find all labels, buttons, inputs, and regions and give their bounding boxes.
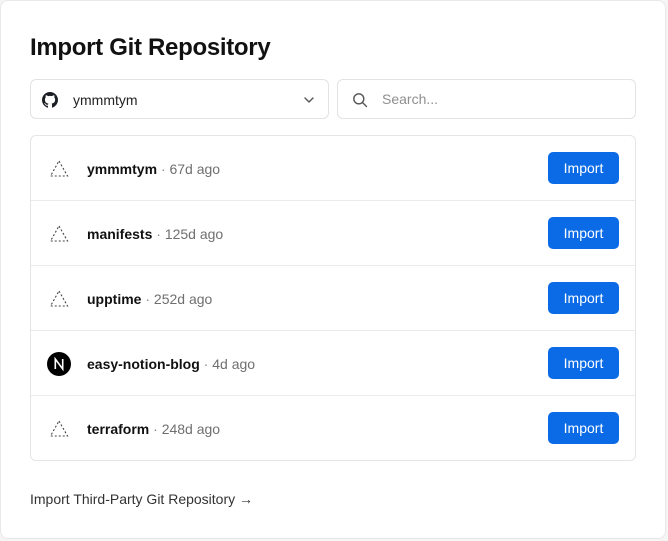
repo-updated-time: 252d ago: [153, 291, 213, 307]
framework-placeholder-icon: [47, 157, 71, 181]
import-button[interactable]: Import: [548, 347, 619, 379]
repo-updated-time: 248d ago: [161, 421, 221, 437]
import-button[interactable]: Import: [548, 282, 619, 314]
repo-updated-time: 67d ago: [169, 161, 221, 177]
import-button[interactable]: Import: [548, 152, 619, 184]
search-input[interactable]: [382, 89, 622, 109]
separator-dot: ·: [153, 421, 158, 437]
framework-placeholder-icon: [47, 287, 71, 311]
import-button[interactable]: Import: [548, 217, 619, 249]
repo-updated-time: 125d ago: [164, 226, 224, 242]
separator-dot: ·: [160, 161, 166, 177]
list-item: terraform · 248d ago Import: [31, 396, 635, 460]
separator-dot: ·: [145, 291, 151, 307]
page-title: Import Git Repository: [30, 34, 271, 61]
list-item: easy-notion-blog · 4d ago Import: [31, 331, 635, 396]
repo-name: upptime: [87, 291, 142, 307]
account-name: ymmmtym: [73, 92, 138, 108]
nextjs-icon: [47, 352, 71, 376]
repo-name: ymmmtym: [87, 161, 158, 177]
search-box: [337, 79, 636, 119]
list-item: upptime · 252d ago Import: [31, 266, 635, 331]
repo-name: easy-notion-blog: [87, 356, 200, 372]
repo-name: manifests: [87, 226, 153, 242]
framework-placeholder-icon: [47, 222, 71, 246]
import-button[interactable]: Import: [548, 412, 619, 444]
framework-placeholder-icon: [47, 417, 71, 441]
separator-dot: ·: [203, 356, 209, 372]
import-git-repository-card: Import Git Repository ymmmtym Search... …: [0, 0, 666, 539]
repo-list: ymmmtym · 67d ago Import manifests · 125…: [30, 135, 636, 461]
separator-dot: ·: [156, 226, 161, 242]
import-third-party-link[interactable]: Import Third-Party Git Repository →: [30, 490, 253, 508]
list-item: manifests · 125d ago Import: [31, 201, 635, 266]
repo-updated-time: 4d ago: [212, 356, 256, 372]
account-select[interactable]: ymmmtym: [30, 79, 329, 119]
list-item: ymmmtym · 67d ago Import: [31, 136, 635, 201]
repo-name: terraform: [87, 421, 150, 437]
